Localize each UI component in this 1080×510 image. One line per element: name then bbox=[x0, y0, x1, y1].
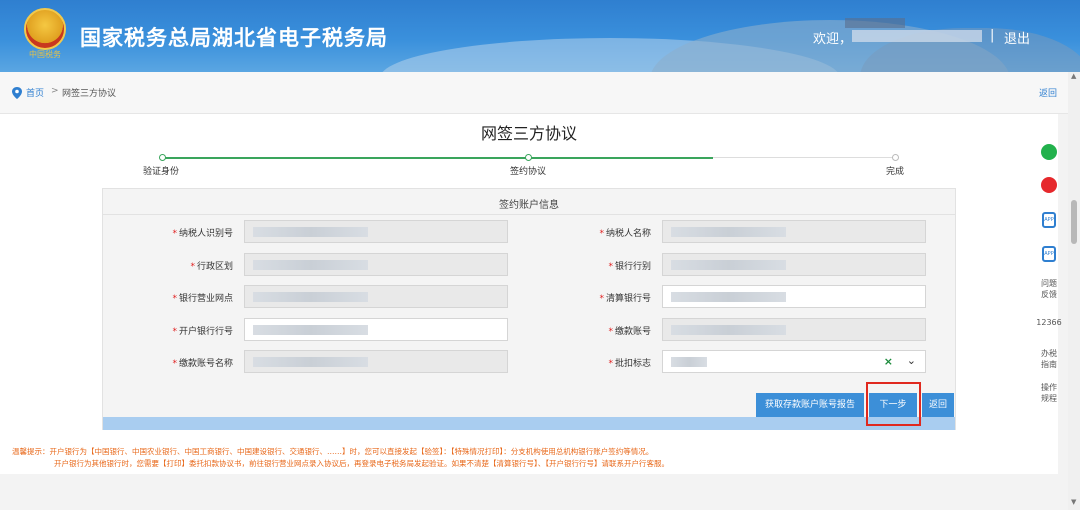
form-footer-bar bbox=[103, 417, 955, 430]
field-label-bank-code: * 开户银行行号 bbox=[172, 327, 233, 337]
breadcrumb: 首页 > 网签三方协议 返回 bbox=[0, 72, 1068, 114]
step-label-sign: 签约协议 bbox=[510, 167, 547, 177]
admin-region-field[interactable] bbox=[244, 253, 508, 276]
page-scrollbar[interactable]: ▲ ▼ bbox=[1068, 72, 1080, 510]
sidebar-faq[interactable]: 问题 反馈 bbox=[1034, 278, 1064, 300]
banner-great-wall bbox=[845, 18, 905, 28]
field-label-batch-flag: * 批扣标志 bbox=[608, 359, 651, 369]
location-pin-icon bbox=[12, 87, 22, 99]
taxpayer-id-field[interactable] bbox=[244, 220, 508, 243]
next-button-highlight bbox=[866, 382, 921, 426]
step-dot-sign bbox=[525, 154, 532, 161]
field-label-clearing-bank: * 清算银行号 bbox=[599, 294, 651, 304]
field-label-account-name: * 缴款账号名称 bbox=[172, 359, 233, 369]
field-label-bank-branch: * 银行营业网点 bbox=[172, 294, 233, 304]
sidebar-manual[interactable]: 操作 规程 bbox=[1034, 382, 1064, 404]
progress-steps: 验证身份 签约协议 完成 bbox=[0, 114, 1058, 184]
main-panel: 网签三方协议 验证身份 签约协议 完成 签约账户信息 * 纳税人识别号 * 行政区划… bbox=[0, 114, 1058, 474]
app-download-icon[interactable]: APP bbox=[1034, 212, 1064, 230]
weibo-icon[interactable] bbox=[1034, 177, 1064, 193]
app-download-icon-2[interactable]: APP bbox=[1034, 246, 1064, 264]
user-name-redacted bbox=[852, 30, 982, 42]
breadcrumb-current: 网签三方协议 bbox=[62, 89, 117, 99]
field-label-taxpayer-id: * 纳税人识别号 bbox=[172, 229, 233, 239]
step-label-verify: 验证身份 bbox=[143, 167, 180, 177]
taxpayer-name-field[interactable] bbox=[662, 220, 926, 243]
tips-notice: 温馨提示：开户银行为【中国银行、中国农业银行、中国工商银行、中国建设银行、交通银… bbox=[12, 446, 1052, 470]
header-separator: | bbox=[990, 28, 995, 43]
clearing-bank-input[interactable] bbox=[662, 285, 926, 308]
breadcrumb-arrow-icon: > bbox=[51, 86, 59, 96]
field-label-account-number: * 缴款账号 bbox=[608, 327, 651, 337]
sidebar-hotline[interactable]: 12366 bbox=[1034, 318, 1064, 327]
account-name-field[interactable] bbox=[244, 350, 508, 373]
breadcrumb-home-link[interactable]: 首页 bbox=[26, 86, 44, 99]
step-dot-done bbox=[892, 154, 899, 161]
chevron-down-icon[interactable]: ⌄ bbox=[907, 354, 916, 367]
back-button[interactable]: 返回 bbox=[922, 393, 954, 417]
step-dot-verify bbox=[159, 154, 166, 161]
scroll-down-icon[interactable]: ▼ bbox=[1071, 498, 1076, 506]
batch-flag-select[interactable]: × ⌄ bbox=[662, 350, 926, 373]
get-account-report-button[interactable]: 获取存款账户账号报告 bbox=[756, 393, 864, 417]
step-pending-line bbox=[713, 157, 895, 158]
welcome-text: 欢迎， bbox=[813, 32, 853, 47]
scroll-up-icon[interactable]: ▲ bbox=[1071, 72, 1076, 80]
tax-emblem-logo: 中国税务 bbox=[24, 8, 66, 60]
wechat-icon[interactable] bbox=[1034, 144, 1064, 160]
tip-line-1: 温馨提示：开户银行为【中国银行、中国农业银行、中国工商银行、中国建设银行、交通银… bbox=[12, 447, 654, 456]
clear-selection-icon[interactable]: × bbox=[884, 355, 893, 368]
field-label-taxpayer-name: * 纳税人名称 bbox=[599, 229, 651, 239]
form-section-header: 签约账户信息 bbox=[103, 189, 955, 215]
bank-code-input[interactable] bbox=[244, 318, 508, 341]
step-label-done: 完成 bbox=[886, 167, 905, 177]
field-label-bank-type: * 银行行别 bbox=[608, 262, 651, 272]
site-title: 国家税务总局湖北省电子税务局 bbox=[80, 26, 388, 50]
bank-type-field[interactable] bbox=[662, 253, 926, 276]
bank-branch-field[interactable] bbox=[244, 285, 508, 308]
account-number-field[interactable] bbox=[662, 318, 926, 341]
form-section-title: 签约账户信息 bbox=[499, 200, 559, 211]
scroll-thumb[interactable] bbox=[1071, 200, 1077, 244]
top-banner: 中国税务 国家税务总局湖北省电子税务局 欢迎， | 退出 bbox=[0, 0, 1080, 72]
emblem-script: 中国税务 bbox=[29, 50, 61, 59]
sidebar-guide[interactable]: 办税 指南 bbox=[1034, 348, 1064, 370]
tip-line-2: 开户银行为其他银行时，您需要【打印】委托扣款协议书，前往银行营业网点录入协议后，… bbox=[54, 459, 669, 468]
logout-link[interactable]: 退出 bbox=[1004, 28, 1030, 47]
step-progress-line bbox=[163, 157, 713, 159]
field-label-admin-region: * 行政区划 bbox=[190, 262, 233, 272]
breadcrumb-back-link[interactable]: 返回 bbox=[1039, 86, 1057, 99]
emblem-icon bbox=[24, 8, 66, 50]
